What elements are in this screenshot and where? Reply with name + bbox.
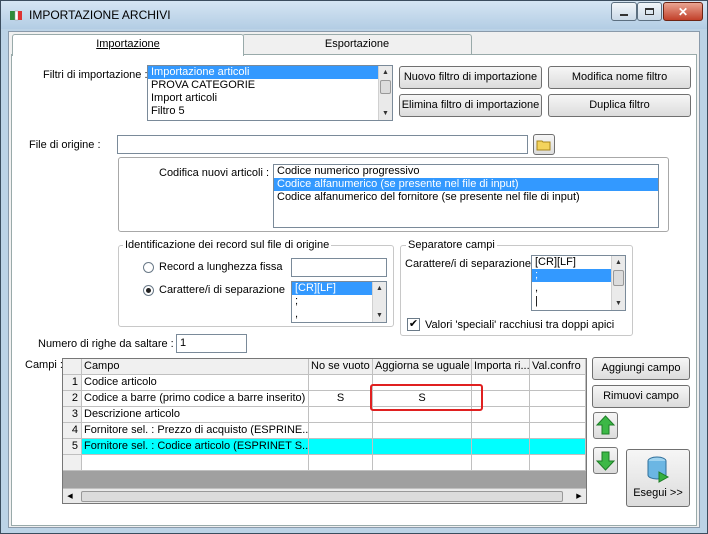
list-item[interactable]: Filtro 5 — [148, 105, 392, 118]
add-field-button[interactable]: Aggiungi campo — [592, 357, 690, 380]
campi-label: Campi : — [25, 359, 63, 371]
scroll-right-icon[interactable]: ▶ — [572, 489, 586, 503]
filters-scrollbar[interactable]: ▲ ▼ — [378, 66, 392, 120]
fixed-length-label: Record a lunghezza fissa — [159, 261, 283, 273]
checkmark-icon: ✔ — [408, 318, 419, 330]
title-bar[interactable]: IMPORTAZIONE ARCHIVI ✕ — [1, 1, 707, 29]
list-item[interactable]: Codice numerico progressivo — [274, 165, 658, 178]
run-button[interactable]: Esegui >> — [626, 449, 690, 507]
quoted-values-checkbox[interactable]: ✔ — [407, 318, 420, 331]
tab-importazione[interactable]: Importazione — [12, 34, 244, 56]
codifica-listbox[interactable]: Codice numerico progressivo Codice alfan… — [273, 164, 659, 228]
record-separator-scrollbar[interactable]: ▲ ▼ — [372, 282, 386, 322]
window-title: IMPORTAZIONE ARCHIVI — [29, 8, 171, 22]
maximize-button[interactable] — [637, 2, 662, 21]
main-window: IMPORTAZIONE ARCHIVI ✕ Importazione Espo… — [0, 0, 708, 534]
quoted-values-label: Valori 'speciali' racchiusi tra doppi ap… — [425, 319, 615, 331]
column-header[interactable]: Aggiorna se uguale — [373, 359, 472, 375]
tab-esportazione[interactable]: Esportazione — [242, 34, 472, 54]
column-header[interactable]: No se vuoto — [309, 359, 373, 375]
annotation-highlight — [370, 384, 483, 411]
move-down-button[interactable] — [593, 447, 618, 474]
field-separator-label: Carattere/i di separazione — [405, 258, 531, 270]
separatore-title: Separatore campi — [406, 239, 497, 251]
database-run-icon — [647, 456, 670, 483]
grid-horizontal-scrollbar[interactable]: ◀ ▶ — [63, 488, 586, 503]
client-area: Importazione Esportazione Filtri di impo… — [8, 31, 700, 528]
column-header[interactable]: Campo — [82, 359, 309, 375]
list-item[interactable]: PROVA CATEGORIE — [148, 79, 392, 92]
record-separator-listbox[interactable]: [CR][LF] ; , ▲ ▼ — [291, 281, 387, 323]
duplicate-filter-button[interactable]: Duplica filtro — [548, 94, 691, 117]
fields-grid[interactable]: Campo No se vuoto Aggiorna se uguale Imp… — [62, 358, 587, 504]
column-header[interactable]: Val.confro — [530, 359, 586, 375]
scroll-thumb[interactable] — [81, 491, 563, 502]
skip-rows-input[interactable]: 1 — [176, 334, 247, 353]
arrow-up-icon — [595, 415, 616, 435]
separator-radio[interactable] — [143, 285, 154, 296]
close-icon: ✕ — [677, 4, 689, 19]
list-item[interactable]: Codice alfanumerico (se presente nel fil… — [274, 178, 658, 191]
list-item[interactable]: Importazione articoli — [148, 66, 392, 79]
folder-icon — [536, 140, 551, 151]
remove-field-button[interactable]: Rimuovi campo — [592, 385, 690, 408]
source-file-input[interactable] — [117, 135, 528, 154]
fixed-length-input[interactable] — [291, 258, 387, 277]
filters-label: Filtri di importazione : — [43, 69, 148, 81]
minimize-icon — [620, 13, 628, 16]
list-item[interactable]: Import articoli — [148, 92, 392, 105]
fixed-length-radio[interactable] — [143, 262, 154, 273]
run-label: Esegui >> — [633, 487, 683, 499]
move-up-button[interactable] — [593, 412, 618, 439]
field-separator-scrollbar[interactable]: ▲ ▼ — [611, 256, 625, 310]
scroll-left-icon[interactable]: ◀ — [63, 489, 77, 503]
filters-listbox[interactable]: Importazione articoli PROVA CATEGORIE Im… — [147, 65, 393, 121]
source-file-label: File di origine : — [29, 139, 101, 151]
field-separator-listbox[interactable]: [CR][LF] ; , | ▲ ▼ — [531, 255, 626, 311]
separator-label: Carattere/i di separazione — [159, 284, 285, 296]
skip-rows-label: Numero di righe da saltare : — [38, 338, 174, 350]
close-button[interactable]: ✕ — [663, 2, 703, 21]
codifica-label: Codifica nuovi articoli : — [159, 167, 270, 179]
minimize-button[interactable] — [611, 2, 637, 21]
column-header[interactable]: Importa ri... — [472, 359, 530, 375]
delete-filter-button[interactable]: Elimina filtro di importazione — [399, 94, 542, 117]
list-item[interactable]: Codice alfanumerico del fornitore (se pr… — [274, 191, 658, 204]
arrow-down-icon — [595, 451, 616, 471]
maximize-icon — [645, 8, 654, 15]
new-filter-button[interactable]: Nuovo filtro di importazione — [399, 66, 542, 89]
rename-filter-button[interactable]: Modifica nome filtro — [548, 66, 691, 89]
identificazione-title: Identificazione dei record sul file di o… — [123, 239, 332, 251]
app-icon — [10, 10, 22, 21]
browse-button[interactable] — [533, 134, 555, 155]
